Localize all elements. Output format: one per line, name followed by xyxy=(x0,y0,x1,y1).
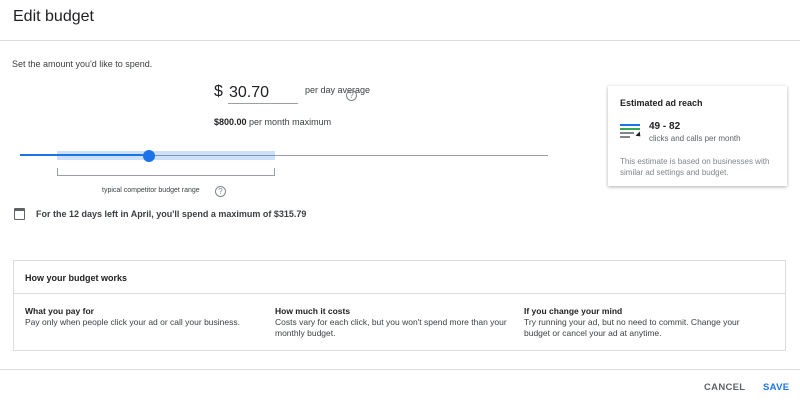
reach-unit: clicks and calls per month xyxy=(649,134,741,143)
how-budget-works-title: How your budget works xyxy=(25,273,128,283)
dialog-title: Edit budget xyxy=(13,8,94,25)
dialog-header: Edit budget xyxy=(0,0,800,41)
help-icon[interactable]: ? xyxy=(215,186,226,197)
budget-instructions: Set the amount you'd like to spend. xyxy=(12,59,153,69)
info-column-heading: What you pay for xyxy=(25,306,94,316)
ad-reach-icon xyxy=(620,124,643,139)
competitor-range-label: typical competitor budget range xyxy=(102,187,200,194)
help-icon[interactable]: ? xyxy=(346,90,357,101)
slider-active-track xyxy=(20,154,149,156)
monthly-maximum: $800.00 per month maximum xyxy=(214,117,331,127)
per-day-average-label: per day average xyxy=(305,84,370,96)
per-day-label-text: per day average xyxy=(305,85,371,95)
reach-note: This estimate is based on businesses wit… xyxy=(620,157,770,177)
budget-slider[interactable] xyxy=(20,150,548,162)
calendar-icon xyxy=(14,208,25,220)
reach-title: Estimated ad reach xyxy=(620,98,703,108)
info-column-body: Costs vary for each click, but you won't… xyxy=(275,317,507,338)
info-column-what-you-pay: What you pay for Pay only when people cl… xyxy=(25,306,265,328)
slider-thumb[interactable] xyxy=(143,150,155,162)
save-button[interactable]: SAVE xyxy=(763,382,789,393)
info-column-change-mind: If you change your mind Try running your… xyxy=(524,306,764,339)
estimated-reach-card: Estimated ad reach 49 - 82 clicks and ca… xyxy=(608,86,787,186)
info-column-body: Try running your ad, but no need to comm… xyxy=(524,317,740,338)
monthly-maximum-text: per month maximum xyxy=(246,117,332,127)
footer-divider xyxy=(0,369,800,370)
info-column-body: Pay only when people click your ad or ca… xyxy=(25,317,240,327)
monthly-maximum-amount: $800.00 xyxy=(214,117,247,127)
daily-budget-input[interactable] xyxy=(228,82,298,104)
reach-value: 49 - 82 xyxy=(649,121,681,132)
april-spend-note: For the 12 days left in April, you'll sp… xyxy=(36,209,307,219)
currency-symbol: $ xyxy=(214,83,223,100)
divider xyxy=(14,293,785,294)
info-column-heading: How much it costs xyxy=(275,306,351,316)
competitor-range-bracket xyxy=(57,168,275,176)
info-column-how-much: How much it costs Costs vary for each cl… xyxy=(275,306,515,339)
cancel-button[interactable]: CANCEL xyxy=(704,382,745,393)
info-column-heading: If you change your mind xyxy=(524,306,623,316)
how-budget-works-panel: How your budget works What you pay for P… xyxy=(13,260,786,351)
